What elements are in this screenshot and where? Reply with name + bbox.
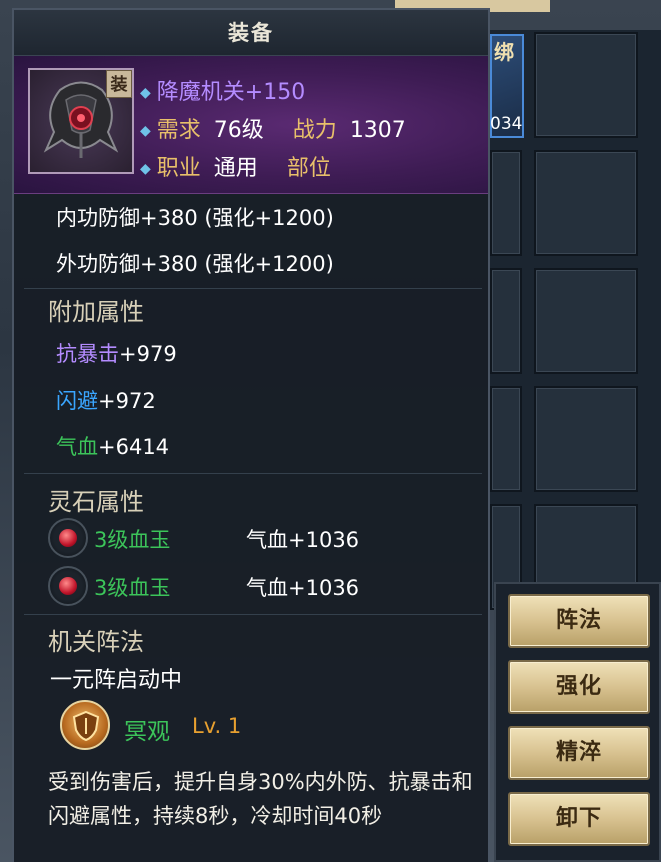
inventory-slot[interactable] [534, 386, 638, 492]
stat-name: 闪避 [56, 389, 98, 413]
shield-icon [72, 710, 100, 742]
requirement-label: 需求 [156, 118, 201, 143]
bullet-icon: ◆ [140, 85, 151, 101]
stat-name: 抗暴击 [56, 342, 119, 366]
gem-attributes-title: 灵石属性 [48, 488, 144, 516]
requirement-value: 76级 [213, 118, 264, 143]
item-header: 装 ◆ 降魔机关+150 ◆ 需求 76级 战力 1307 ◆ 职业 通用 部位 [14, 56, 488, 194]
shield-skill-icon [60, 700, 110, 750]
extra-attributes-title: 附加属性 [48, 298, 144, 326]
item-name-row: ◆ 降魔机关+150 [140, 74, 305, 106]
gem-effect: 气血+1036 [246, 528, 360, 552]
enhance-button[interactable]: 强化 [508, 660, 650, 714]
extra-stat-anti-crit: 抗暴击+979 [56, 338, 177, 368]
blood-jade-gem-icon [48, 566, 88, 606]
formation-title: 机关阵法 [48, 628, 144, 656]
power-label: 战力 [292, 118, 337, 143]
divider [24, 473, 482, 474]
inventory-slot[interactable] [490, 386, 522, 492]
skill-level: Lv. 1 [192, 714, 242, 738]
base-stat-external-defense: 外功防御+380 (强化+1200) [56, 252, 334, 276]
bullet-icon: ◆ [140, 161, 151, 177]
panel-title: 装备 [14, 10, 488, 56]
gem-effect: 气血+1036 [246, 576, 360, 600]
formation-status: 一元阵启动中 [50, 668, 183, 693]
power-value: 1307 [349, 118, 406, 143]
skill-description: 受到伤害后，提升自身30%内外防、抗暴击和闪避属性，持续8秒，冷却时间40秒 [48, 770, 473, 828]
slot-label: 部位 [286, 156, 331, 181]
job-label: 职业 [156, 156, 201, 181]
unequip-button[interactable]: 卸下 [508, 792, 650, 846]
equipped-badge: 装 [106, 70, 132, 98]
inventory-slot[interactable] [490, 268, 522, 374]
stat-value: +979 [119, 342, 177, 366]
stat-name: 气血 [56, 435, 98, 459]
item-requirement-row: ◆ 需求 76级 战力 1307 [140, 112, 406, 144]
item-job-row: ◆ 职业 通用 部位 [140, 150, 331, 182]
gem-name: 3级血玉 [94, 528, 171, 552]
refine-button[interactable]: 精淬 [508, 726, 650, 780]
action-button-column: 阵法 强化 精淬 卸下 [494, 582, 661, 862]
bind-label: 绑 [494, 40, 514, 64]
divider [24, 288, 482, 289]
item-count: 034 [490, 114, 523, 134]
blood-jade-gem-icon [48, 518, 88, 558]
item-name: 降魔机关+150 [156, 80, 306, 105]
bullet-icon: ◆ [140, 123, 151, 139]
extra-stat-dodge: 闪避+972 [56, 385, 156, 415]
inventory-slot[interactable] [534, 268, 638, 374]
inventory-slot[interactable] [534, 32, 638, 138]
extra-stat-hp: 气血+6414 [56, 431, 169, 461]
inventory-slot[interactable] [490, 150, 522, 256]
gem-name: 3级血玉 [94, 576, 171, 600]
inventory-slot[interactable] [534, 150, 638, 256]
skill-name: 冥观 [124, 719, 170, 745]
equipment-tooltip-panel: 装备 装 ◆ 降魔机关+150 ◆ 需求 76级 战力 1307 ◆ 职业 通用 部位 [12, 8, 490, 862]
base-stat-internal-defense: 内功防御+380 (强化+1200) [56, 206, 334, 230]
stat-value: +972 [98, 389, 156, 413]
divider [24, 614, 482, 615]
job-value: 通用 [213, 156, 258, 181]
formation-button[interactable]: 阵法 [508, 594, 650, 648]
stat-value: +6414 [98, 435, 170, 459]
